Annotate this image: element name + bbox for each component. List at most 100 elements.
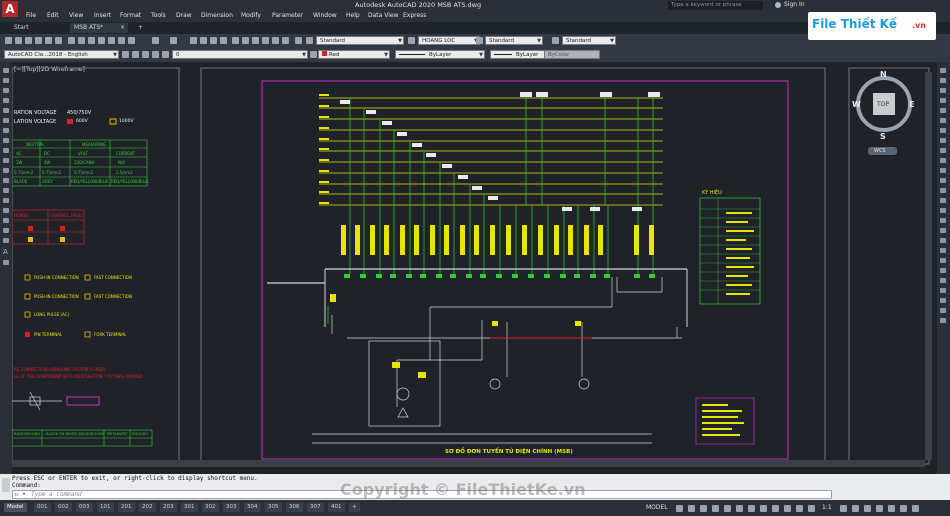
object-snap-tracking-icon[interactable] xyxy=(736,505,743,512)
close-icon[interactable]: × xyxy=(120,23,125,33)
layout-tab[interactable]: 203 xyxy=(160,503,177,512)
sheet-set-icon[interactable] xyxy=(262,37,269,44)
block-editor-icon[interactable] xyxy=(108,37,115,44)
zoom-icon[interactable] xyxy=(200,37,207,44)
quick-calc-icon[interactable] xyxy=(282,37,289,44)
markup-icon[interactable] xyxy=(272,37,279,44)
layout-tab-model[interactable]: Model xyxy=(4,503,27,512)
layout-tab[interactable]: 202 xyxy=(139,503,156,512)
layer-select[interactable]: 0 ▼ xyxy=(172,50,308,59)
menu-format[interactable]: Format xyxy=(120,12,141,19)
menu-file[interactable]: File xyxy=(26,12,36,19)
cut-icon[interactable] xyxy=(68,37,75,44)
chamfer-icon[interactable] xyxy=(940,198,946,203)
circle-icon[interactable] xyxy=(3,128,9,133)
plotstyle-select[interactable]: ByColor xyxy=(544,50,600,59)
layout-tab[interactable]: 304 xyxy=(244,503,261,512)
isolate-objects-icon[interactable] xyxy=(864,505,871,512)
print-icon[interactable] xyxy=(35,37,42,44)
snap-icon[interactable] xyxy=(688,505,695,512)
layout-tab[interactable]: 303 xyxy=(223,503,240,512)
layer-iso-icon[interactable] xyxy=(940,318,946,323)
annotation-scale[interactable]: 1:1 xyxy=(822,504,832,511)
mirror-icon[interactable] xyxy=(940,88,946,93)
menu-window[interactable]: Window xyxy=(313,12,337,19)
lengthen-icon[interactable] xyxy=(940,258,946,263)
gear-icon[interactable] xyxy=(840,505,847,512)
break-icon[interactable] xyxy=(940,178,946,183)
layout-tab[interactable]: 301 xyxy=(181,503,198,512)
lightbulb-icon[interactable] xyxy=(142,51,149,58)
offset-icon[interactable] xyxy=(940,98,946,103)
region-icon[interactable] xyxy=(3,228,9,233)
help-icon[interactable] xyxy=(295,37,302,44)
hatch-icon[interactable] xyxy=(3,208,9,213)
viewcube-west[interactable]: W xyxy=(852,100,861,109)
menu-modify[interactable]: Modify xyxy=(241,12,261,19)
lineweight-icon[interactable] xyxy=(760,505,767,512)
join-icon[interactable] xyxy=(940,188,946,193)
save-icon[interactable] xyxy=(25,37,32,44)
mleader-style-select[interactable]: Standard ▼ xyxy=(562,36,616,45)
align-icon[interactable] xyxy=(940,248,946,253)
plus-icon[interactable] xyxy=(852,505,859,512)
preview-icon[interactable] xyxy=(45,37,52,44)
drawing-canvas[interactable]: [−][Top][2D Wireframe] RATION VOLTAGE 45… xyxy=(12,62,937,474)
layer-properties-icon[interactable] xyxy=(132,51,139,58)
layout-tab[interactable]: 306 xyxy=(286,503,303,512)
menu-dimension[interactable]: Dimension xyxy=(201,12,233,19)
grid-icon[interactable] xyxy=(676,505,683,512)
viewcube-east[interactable]: E xyxy=(909,100,914,109)
ortho-icon[interactable] xyxy=(700,505,707,512)
sign-in-link[interactable]: Sign In xyxy=(784,1,805,8)
zoom-realtime-icon[interactable] xyxy=(128,37,135,44)
undo-icon[interactable] xyxy=(152,37,159,44)
layout-tab[interactable]: 003 xyxy=(76,503,93,512)
color-select[interactable]: Red ▼ xyxy=(318,50,390,59)
customization-icon[interactable] xyxy=(900,505,907,512)
tool-palettes-icon[interactable] xyxy=(252,37,259,44)
rectangle-icon[interactable] xyxy=(3,108,9,113)
rotate-icon[interactable] xyxy=(940,128,946,133)
spline-icon[interactable] xyxy=(3,148,9,153)
layout-tab[interactable]: 001 xyxy=(34,503,51,512)
fillet-icon[interactable] xyxy=(940,208,946,213)
divide-icon[interactable] xyxy=(940,268,946,273)
menu-insert[interactable]: Insert xyxy=(94,12,111,19)
workspace-select[interactable]: AutoCAD Cla...2018 - English ▼ xyxy=(4,50,119,59)
ellipse-arc-icon[interactable] xyxy=(3,168,9,173)
menu-express[interactable]: Express xyxy=(403,12,426,19)
menu-view[interactable]: View xyxy=(69,12,83,19)
polar-icon[interactable] xyxy=(712,505,719,512)
command-grip[interactable] xyxy=(2,478,10,492)
add-layout-button[interactable]: + xyxy=(349,503,360,512)
mleader-style-icon[interactable] xyxy=(552,37,559,44)
gradient-icon[interactable] xyxy=(3,218,9,223)
table-style-icon[interactable] xyxy=(476,37,483,44)
viewcube-north[interactable]: N xyxy=(880,70,887,79)
user-icon[interactable] xyxy=(775,2,781,8)
viewcube-south[interactable]: S xyxy=(880,132,886,141)
hardware-acceleration-icon[interactable] xyxy=(876,505,883,512)
mtext-icon[interactable]: A xyxy=(3,248,8,256)
insert-block-icon[interactable] xyxy=(3,178,9,183)
layout-tab[interactable]: 307 xyxy=(307,503,324,512)
dim-style-select[interactable]: HOANG LOC▼ xyxy=(418,36,480,45)
text-style-select[interactable]: Standard ▼ xyxy=(316,36,404,45)
publish-icon[interactable] xyxy=(55,37,62,44)
menu-help[interactable]: Help xyxy=(346,12,360,19)
construction-line-icon[interactable] xyxy=(3,78,9,83)
new-tab-button[interactable]: + xyxy=(134,23,147,33)
blend-icon[interactable] xyxy=(940,218,946,223)
move-icon[interactable] xyxy=(940,118,946,123)
pedit-icon[interactable] xyxy=(940,238,946,243)
stretch-icon[interactable] xyxy=(940,148,946,153)
draworder-icon[interactable] xyxy=(940,308,946,313)
table-style-select[interactable]: Standard ▼ xyxy=(485,36,543,45)
redo-icon[interactable] xyxy=(170,37,177,44)
layout-tab[interactable]: 101 xyxy=(97,503,114,512)
tab-msb-ats[interactable]: MSB ATS* × xyxy=(70,23,128,33)
scale-icon[interactable] xyxy=(940,138,946,143)
menu-draw[interactable]: Draw xyxy=(176,12,192,19)
layout-tab[interactable]: 201 xyxy=(118,503,135,512)
